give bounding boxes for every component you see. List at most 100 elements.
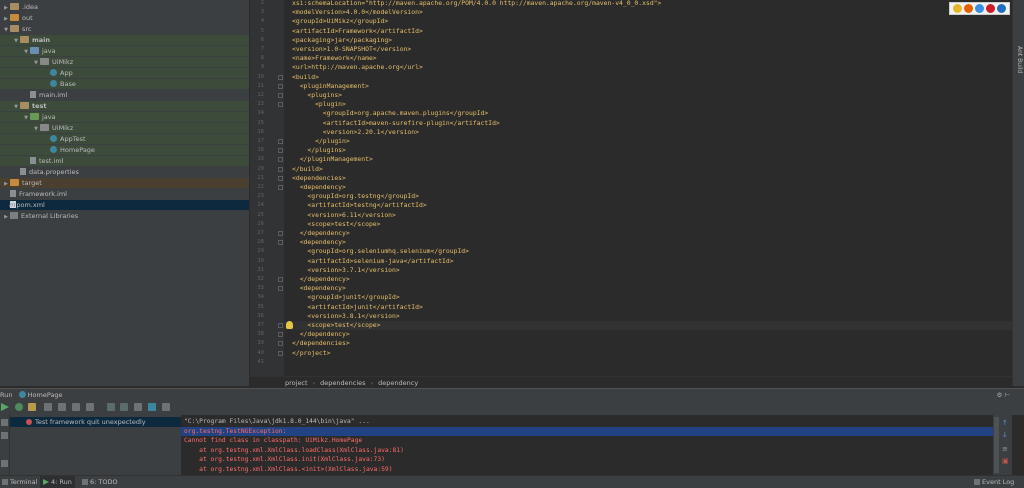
tree-item[interactable]: ▼ java [0,112,249,122]
run-config-tab[interactable]: HomePage [28,391,63,399]
tree-item[interactable]: ▼ UiMikz [0,57,249,67]
code-line[interactable]: <artifactId>maven-surefire-plugin</artif… [284,119,500,128]
code-line[interactable]: </dependency> [284,330,350,339]
expanded-arrow-icon[interactable]: ▼ [32,58,40,68]
fold-marker-icon[interactable] [278,240,283,246]
collapsed-arrow-icon[interactable]: ▶ [2,212,10,222]
code-line[interactable]: <plugins> [284,91,342,100]
breadcrumb-item[interactable]: dependency [378,379,418,387]
expand-all-icon[interactable] [72,403,80,411]
code-line[interactable]: <dependency> [284,183,346,192]
collapsed-arrow-icon[interactable]: ▶ [2,14,10,24]
sort-duration-icon[interactable] [58,403,66,411]
fold-marker-icon[interactable] [278,157,283,163]
code-line[interactable]: <build> [284,73,319,82]
ie-icon[interactable] [997,4,1006,13]
tree-item[interactable]: ▼ UiMikz [0,123,249,133]
console-output[interactable]: "C:\Program Files\Java\jdk1.8.0_144\bin\… [181,415,993,475]
expanded-arrow-icon[interactable]: ▼ [22,47,30,57]
fold-marker-icon[interactable] [278,166,283,172]
expanded-arrow-icon[interactable]: ▼ [32,124,40,134]
fold-marker-icon[interactable] [278,231,283,236]
tree-item[interactable]: ▼ src [0,24,249,34]
code-line[interactable]: <name>Framework</name> [284,54,377,63]
tree-item[interactable]: main.iml [0,90,249,100]
fold-marker-icon[interactable] [278,286,283,292]
code-line[interactable]: <artifactId>testng</artifactId> [284,201,426,210]
pin-icon[interactable] [1,432,8,439]
import-icon[interactable] [148,403,156,411]
tree-item[interactable]: ▶ External Libraries [0,211,249,221]
code-line[interactable]: <dependencies> [284,174,346,183]
run-tab[interactable]: 4: Run [40,476,75,488]
breadcrumb-item[interactable]: project [285,379,308,387]
collapsed-arrow-icon[interactable]: ▶ [2,3,10,13]
tree-item[interactable]: ▼ test [0,101,249,111]
collapse-all-icon[interactable] [86,403,94,411]
code-line[interactable]: <scope>test</scope> [284,220,380,229]
test-settings-icon[interactable] [162,403,170,411]
firefox-icon[interactable] [964,4,973,13]
tree-item[interactable]: AppTest [0,134,249,144]
tree-item[interactable]: ▶ target [0,178,249,188]
export-icon[interactable] [134,403,142,411]
passed-toggle-icon[interactable] [15,403,23,411]
sort-alpha-icon[interactable] [44,403,52,411]
code-line[interactable]: xsi:schemaLocation="http://maven.apache.… [284,0,661,8]
soft-wrap-icon[interactable]: ≡ [1002,445,1008,453]
tree-item[interactable]: ▼ java [0,46,249,56]
code-line[interactable]: </plugin> [284,137,350,146]
fold-marker-icon[interactable] [278,74,283,80]
collapsed-arrow-icon[interactable]: ▶ [2,179,10,189]
tree-item[interactable]: Base [0,79,249,89]
code-line[interactable]: <version>1.0-SNAPSHOT</version> [284,45,411,54]
code-line[interactable]: <packaging>jar</packaging> [284,36,392,45]
code-line[interactable]: <dependency> [284,238,346,247]
scroll-end-icon[interactable]: ▣ [1002,457,1009,465]
code-line[interactable] [284,358,292,367]
code-line[interactable]: <artifactId>Framework</artifactId> [284,27,423,36]
code-line[interactable]: <dependency> [284,284,346,293]
code-line[interactable]: <artifactId>junit</artifactId> [284,303,422,312]
tree-item[interactable]: test.iml [0,156,249,166]
code-line[interactable]: <url>http://maven.apache.org</url> [284,63,423,72]
fold-marker-icon[interactable] [278,185,283,190]
code-line[interactable]: <version>6.11</version> [284,211,396,220]
code-line[interactable]: <groupId>junit</groupId> [284,293,399,302]
ignored-toggle-icon[interactable] [28,403,36,411]
code-line[interactable]: <modelVersion>4.0.0</modelVersion> [284,8,423,17]
event-log-tab[interactable]: Event Log [974,476,1014,488]
code-line[interactable]: </dependency> [284,229,350,238]
code-line[interactable]: <groupId>org.testng</groupId> [284,192,419,201]
todo-tab[interactable]: 6: TODO [82,476,118,488]
code-line[interactable]: </dependencies> [284,339,350,348]
code-line[interactable]: <version>3.8.1</version> [284,312,399,321]
expanded-arrow-icon[interactable]: ▼ [2,25,10,35]
code-line[interactable]: <groupId>UiMikz</groupId> [284,17,388,26]
fold-marker-icon[interactable] [278,83,283,89]
test-result-row[interactable]: Test framework quit unexpectedly [10,417,181,427]
code-line[interactable]: </project> [284,349,330,358]
code-line[interactable]: <pluginManagement> [284,82,369,91]
fold-marker-icon[interactable] [278,341,283,347]
intention-bulb-icon[interactable] [286,321,293,329]
fold-marker-icon[interactable] [278,323,283,328]
prev-test-icon[interactable] [107,403,115,411]
code-line[interactable]: <version>3.7.1</version> [284,266,399,275]
code-line[interactable]: <scope>test</scope> [284,321,1024,331]
code-line[interactable]: </build> [284,165,323,174]
fold-marker-icon[interactable] [278,93,283,98]
close-icon[interactable] [1,460,8,467]
code-line[interactable]: <plugin> [284,100,346,109]
fold-marker-icon[interactable] [278,148,283,154]
code-line[interactable]: </pluginManagement> [284,155,373,164]
code-line[interactable]: <groupId>org.apache.maven.plugins</group… [284,109,488,118]
next-test-icon[interactable] [120,403,128,411]
chrome-icon[interactable] [953,4,962,13]
tree-item[interactable]: mpom.xml [0,200,249,210]
rerun-icon[interactable] [1,403,9,411]
code-editor[interactable]: xsi:schemaLocation="http://maven.apache.… [284,0,1024,376]
safari-icon[interactable] [975,4,984,13]
down-arrow-icon[interactable]: ↓ [1002,431,1008,439]
console-scroll-thumb[interactable] [994,417,999,473]
